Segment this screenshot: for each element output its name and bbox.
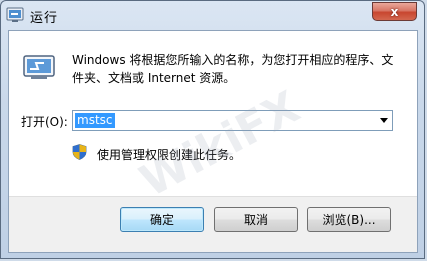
dialog-description: Windows 将根据您所输入的名称，为您打开相应的程序、文件夹、文档或 Int… [72, 53, 394, 85]
window-title: 运行 [30, 11, 59, 26]
dialog-body: Windows 将根据您所输入的名称，为您打开相应的程序、文件夹、文档或 Int… [8, 30, 418, 253]
run-app-icon [6, 7, 24, 22]
run-dialog-window: 运行 x Windows 将根据您所输入的名称，为您打开相应的程序、文件夹、文档… [0, 0, 425, 259]
cancel-button[interactable]: 取消 [214, 207, 298, 232]
close-icon: x [390, 4, 399, 19]
title-bar[interactable]: 运行 x [1, 1, 424, 31]
command-input[interactable]: mstsc [75, 113, 115, 128]
dropdown-arrow-icon[interactable] [380, 118, 388, 123]
admin-note: 使用管理权限创建此任务。 [97, 148, 242, 162]
uac-shield-icon [72, 144, 87, 160]
close-button[interactable]: x [372, 2, 417, 21]
open-label: 打开(O): [21, 115, 68, 129]
ok-button[interactable]: 确定 [120, 207, 204, 232]
watermark: WikiFX [132, 81, 308, 208]
command-combobox[interactable]: mstsc [72, 110, 393, 131]
run-window-icon [23, 55, 55, 79]
browse-button[interactable]: 浏览(B)... [307, 207, 391, 232]
